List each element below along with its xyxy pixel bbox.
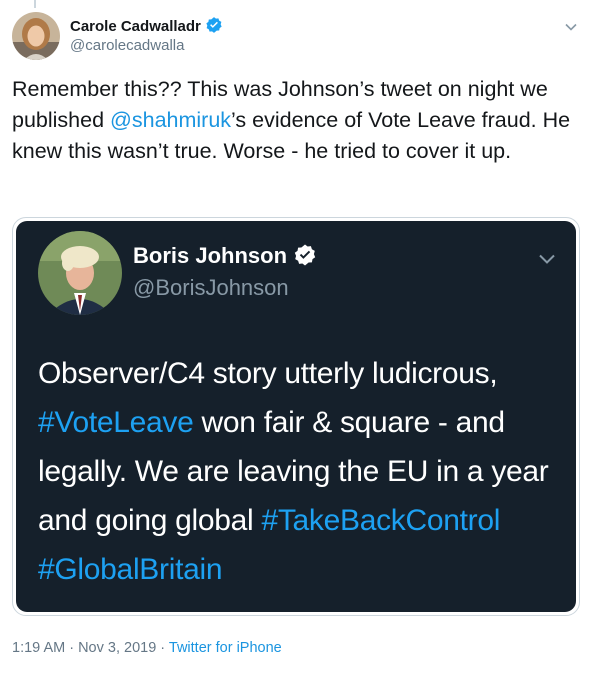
- tweet-text: Remember this?? This was Johnson’s tweet…: [12, 74, 584, 167]
- author-name[interactable]: Carole Cadwalladr: [70, 16, 223, 35]
- hashtag-voteleave: #VoteLeave: [38, 406, 194, 439]
- quoted-author-name: Boris Johnson: [133, 243, 317, 269]
- quoted-tweet-card[interactable]: Boris Johnson @BorisJohnson Observer/C4 …: [12, 217, 580, 616]
- quoted-text-part-1: Observer/C4 story utterly ludicrous,: [38, 357, 498, 390]
- chevron-down-icon[interactable]: [564, 22, 578, 32]
- tweet-timestamp[interactable]: 1:19 AM · Nov 3, 2019 ·: [12, 640, 169, 656]
- thread-connector-line: [34, 0, 36, 8]
- quoted-verified-badge-icon: [294, 244, 316, 266]
- quoted-author-avatar: [38, 231, 122, 315]
- quoted-tweet-screenshot: Boris Johnson @BorisJohnson Observer/C4 …: [16, 221, 576, 612]
- author-handle[interactable]: @carolecadwalla: [70, 37, 184, 54]
- mention-link[interactable]: @shahmiruk: [110, 108, 231, 132]
- hashtag-globalbritain: #GlobalBritain: [38, 553, 223, 586]
- author-name-text: Carole Cadwalladr: [70, 18, 201, 35]
- quoted-tweet-text: Observer/C4 story utterly ludicrous, #Vo…: [38, 349, 568, 594]
- tweet-metadata: 1:19 AM · Nov 3, 2019 · Twitter for iPho…: [12, 640, 282, 656]
- verified-badge-icon: [206, 17, 222, 33]
- quoted-author-handle: @BorisJohnson: [133, 275, 289, 300]
- quoted-author-name-text: Boris Johnson: [133, 243, 288, 268]
- hashtag-takebackcontrol: #TakeBackControl: [261, 504, 501, 537]
- author-avatar[interactable]: [12, 12, 60, 60]
- quoted-chevron-down-icon: [539, 254, 555, 264]
- tweet-source-link[interactable]: Twitter for iPhone: [169, 640, 282, 656]
